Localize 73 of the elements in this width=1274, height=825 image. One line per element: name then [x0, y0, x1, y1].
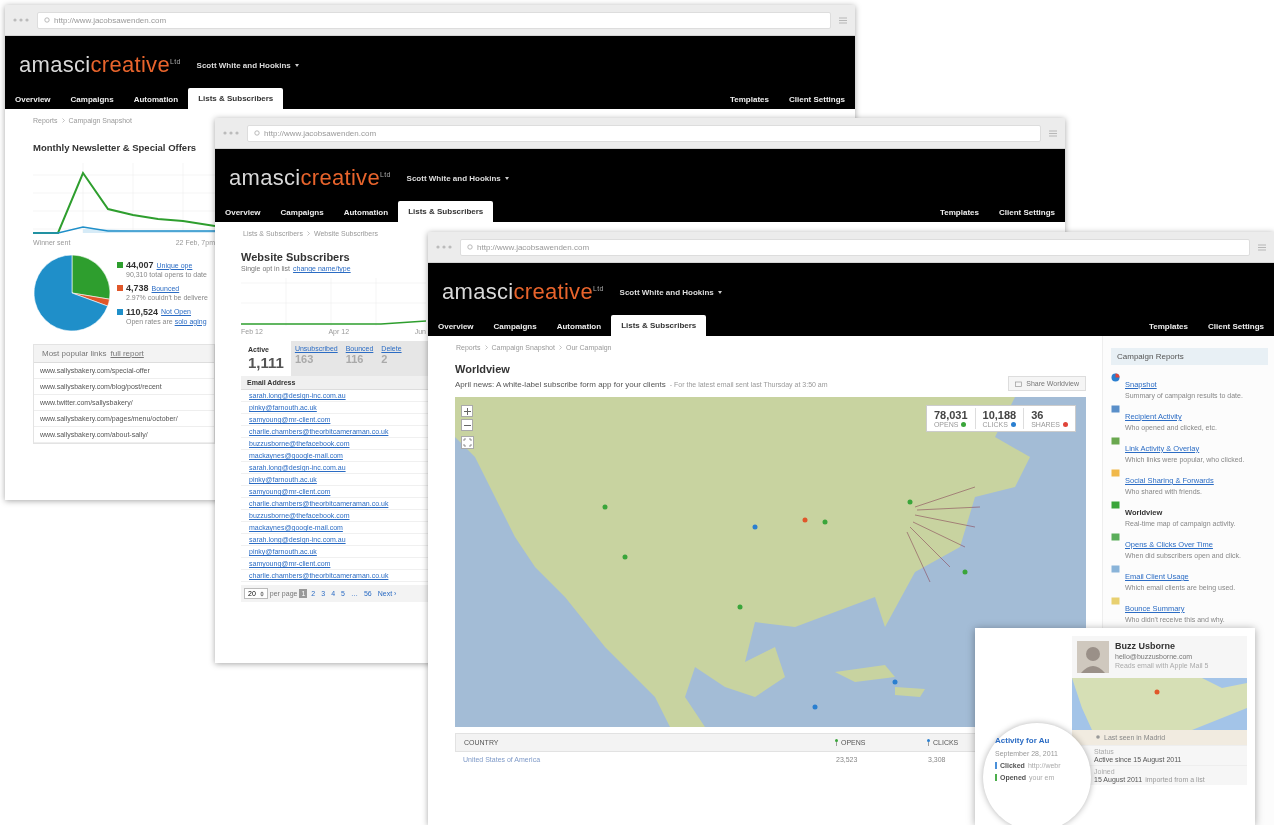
nav-tab[interactable]: Templates [1139, 317, 1198, 336]
nav-tab[interactable]: Templates [930, 203, 989, 222]
report-icon [1111, 405, 1120, 413]
chevron-icon [61, 118, 65, 123]
reload-icon[interactable] [254, 130, 260, 136]
page-title: Website Subscribers [241, 251, 351, 263]
window-dots-icon [223, 131, 239, 135]
report-icon [1111, 469, 1120, 477]
pin-icon [927, 739, 930, 746]
report-icon [1111, 597, 1120, 605]
nav-tab[interactable]: Campaigns [270, 203, 334, 222]
window-dots-icon [436, 245, 452, 249]
campaign-name: April news: A white-label subscribe form app for your clients [455, 379, 666, 389]
nav-tab[interactable]: Automation [123, 90, 189, 109]
share-icon [1015, 380, 1023, 387]
brand-logo: amascicreative$^{Ltd}$ [229, 165, 391, 191]
reload-icon[interactable] [467, 244, 473, 250]
brand-logo: amascicreative$^{Ltd}$ [442, 279, 604, 305]
legend-value: 4,738 [126, 283, 149, 294]
nav-tab[interactable]: Lists & Subscribers [611, 315, 707, 336]
account-menu[interactable]: Scott White and Hookins [406, 173, 509, 183]
page-title: Monthly Newsletter & Special Offers [33, 142, 198, 153]
nav-tab[interactable]: Campaigns [483, 317, 547, 336]
report-icon [1111, 565, 1120, 573]
menu-icon[interactable] [1049, 129, 1057, 137]
address-field[interactable]: http://www.jacobsawenden.com [247, 124, 1041, 142]
nav-tab[interactable]: Client Settings [989, 203, 1065, 222]
nav-tab[interactable]: Client Settings [779, 90, 855, 109]
chevron-icon [558, 345, 562, 350]
contact-name: Buzz Usborne [1115, 641, 1176, 651]
avatar-icon [1077, 641, 1109, 673]
address-field[interactable]: http://www.jacobsawenden.com [37, 11, 831, 29]
panel-title: Most popular links [42, 349, 107, 358]
report-icon [1111, 533, 1120, 541]
menu-icon[interactable] [1258, 243, 1266, 251]
address-field[interactable]: http://www.jacobsawenden.com [460, 238, 1250, 256]
chevron-icon [484, 345, 488, 350]
stat-value: 78,031 [933, 409, 968, 421]
nav-tab[interactable]: Overview [215, 203, 271, 222]
activity-title: Activity for Au [995, 736, 1050, 745]
chevron-icon [306, 231, 310, 236]
account-menu[interactable]: Scott White and Hookins [196, 60, 299, 70]
nav-tab[interactable]: Automation [546, 317, 612, 336]
stat-value: 36 [1031, 409, 1045, 421]
reload-icon[interactable] [44, 17, 50, 23]
nav-tab[interactable]: Client Settings [1198, 317, 1274, 336]
nav-tab[interactable]: Overview [428, 317, 484, 336]
page-title: Worldview [455, 363, 511, 375]
fullscreen-icon[interactable] [461, 436, 474, 449]
pie-chart-icon [1111, 373, 1120, 382]
legend-value: 110,524 [126, 306, 159, 317]
stat-value: 10,188 [982, 409, 1017, 421]
report-icon [1111, 437, 1120, 445]
location-pin-icon [1096, 735, 1100, 740]
zoom-out-button[interactable] [461, 419, 473, 431]
nav-tab[interactable]: Automation [333, 203, 399, 222]
sidebar-title: Campaign Reports [1111, 348, 1268, 365]
legend-value: 44,007 [126, 260, 154, 271]
nav-tab[interactable]: Templates [720, 90, 779, 109]
nav-tab[interactable]: Campaigns [60, 90, 124, 109]
nav-tab[interactable]: Overview [5, 90, 61, 109]
window-dots-icon [13, 18, 29, 22]
pin-icon [835, 739, 838, 746]
brand-logo: amascicreative$^{Ltd}$ [19, 52, 181, 78]
plus-icon [463, 407, 471, 415]
updown-arrows-icon [259, 590, 264, 597]
report-link[interactable]: full report [110, 349, 144, 358]
menu-icon[interactable] [839, 16, 847, 24]
nav-tab[interactable]: Lists & Subscribers [398, 201, 494, 222]
nav-tab[interactable]: Lists & Subscribers [188, 88, 284, 109]
account-menu[interactable]: Scott White and Hookins [619, 287, 722, 297]
report-icon [1111, 501, 1120, 509]
zoom-in-button[interactable] [461, 405, 473, 417]
